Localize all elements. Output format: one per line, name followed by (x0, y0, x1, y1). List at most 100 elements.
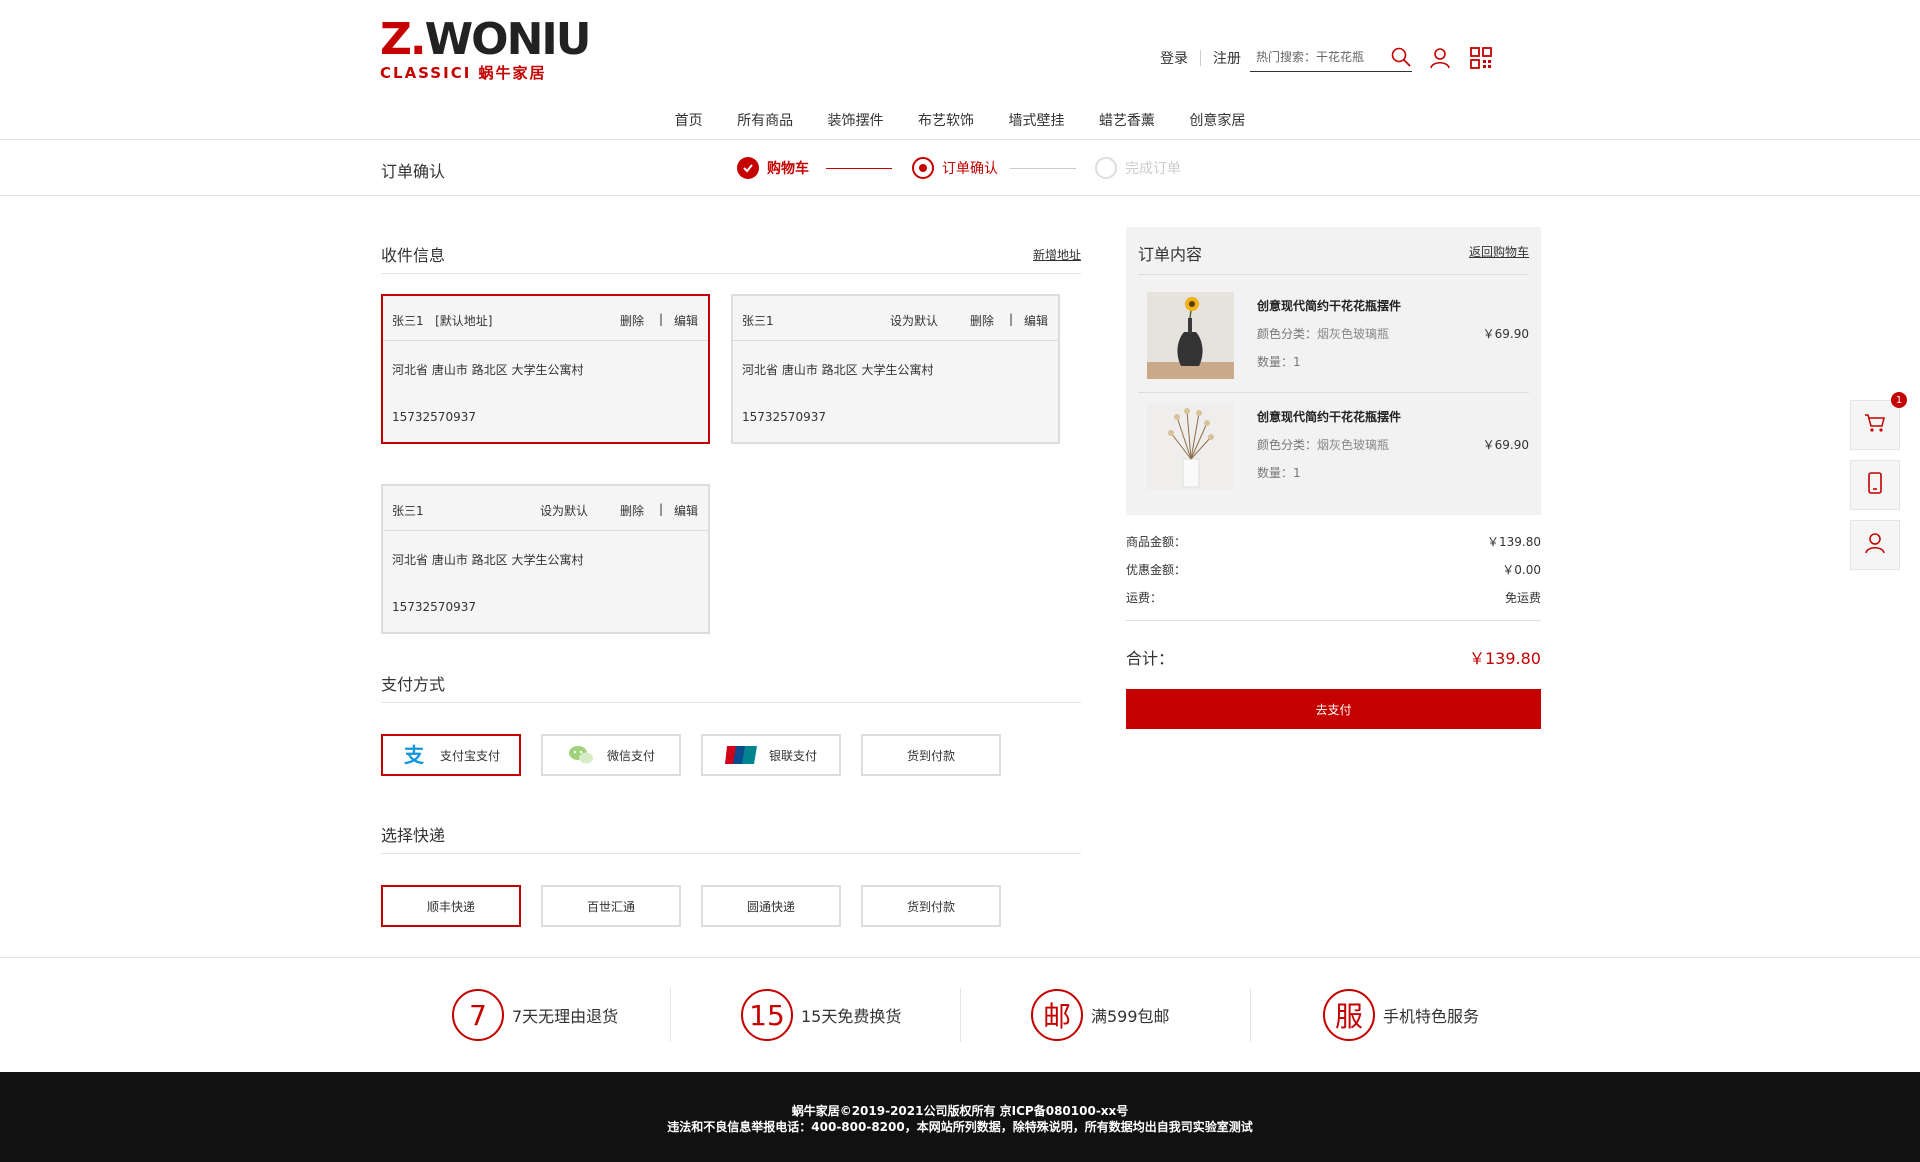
delete-address-button[interactable]: 删除 (970, 312, 994, 329)
divider: | (659, 312, 664, 326)
payment-option-unionpay[interactable]: 银联支付 (701, 734, 841, 776)
divider (1250, 988, 1251, 1042)
order-panel-title: 订单内容 (1138, 245, 1203, 264)
product-name[interactable]: 创意现代简约干花花瓶摆件 (1257, 408, 1401, 425)
current-step-icon (912, 157, 934, 179)
wechat-icon (567, 744, 595, 766)
product-color: 颜色分类：烟灰色玻璃瓶 (1257, 327, 1390, 341)
step-label: 订单确认 (942, 161, 998, 177)
address-text: 河北省 唐山市 路北区 大学生公寓村 (392, 363, 584, 377)
qr-code-icon[interactable] (1469, 46, 1493, 70)
user-icon[interactable] (1428, 46, 1452, 70)
express-option-yto[interactable]: 圆通快递 (701, 885, 841, 927)
service-text: 7天无理由退货 (512, 1007, 619, 1026)
express-option-label: 顺丰快递 (426, 899, 475, 914)
search-box[interactable]: 热门搜索：干花花瓶 (1250, 42, 1412, 72)
check-icon (737, 157, 759, 179)
address-card[interactable]: 张三1 设为默认 删除 | 编辑 河北省 唐山市 路北区 大学生公寓村 1573… (731, 294, 1060, 444)
summary-row-subtotal: 商品金额： ￥139.80 (1126, 533, 1541, 550)
section-title: 支付方式 (381, 675, 446, 694)
site-footer: 蜗牛家居©2019-2021公司版权所有 京ICP备080100-xx号 违法和… (0, 1072, 1920, 1162)
service-item: 邮 满599包邮 (1031, 988, 1170, 1042)
address-text: 河北省 唐山市 路北区 大学生公寓村 (392, 553, 584, 567)
nav-item-creative[interactable]: 创意家居 (1189, 110, 1245, 130)
service-item: 服 手机特色服务 (1323, 988, 1479, 1042)
payment-option-alipay[interactable]: 支 支付宝支付 (381, 734, 521, 776)
express-option-cod[interactable]: 货到付款 (861, 885, 1001, 927)
service-text: 手机特色服务 (1383, 1007, 1480, 1026)
nav-item-wall[interactable]: 墙式壁挂 (1008, 110, 1064, 130)
summary-label: 优惠金额： (1126, 563, 1187, 577)
order-item: 创意现代简约干花花瓶摆件 颜色分类：烟灰色玻璃瓶 数量：1 ￥69.90 (1138, 394, 1529, 504)
product-quantity: 数量：1 (1257, 355, 1301, 369)
product-price: ￥69.90 (1482, 438, 1529, 452)
edit-address-button[interactable]: 编辑 (674, 312, 698, 329)
float-cart-button[interactable] (1850, 400, 1900, 450)
payment-option-wechat[interactable]: 微信支付 (541, 734, 681, 776)
divider (960, 988, 961, 1042)
delete-address-button[interactable]: 删除 (620, 502, 644, 519)
brand-logo-word: WONIU (424, 14, 592, 65)
express-section-header: 选择快递 (381, 814, 1081, 854)
default-tag: [默认地址] (435, 314, 493, 328)
summary-value: ￥0.00 (1502, 563, 1541, 577)
search-icon[interactable] (1390, 46, 1412, 68)
product-image[interactable] (1147, 403, 1234, 490)
order-summary-panel: 订单内容 返回购物车 创意现代简约干花花瓶摆件 颜色分类：烟灰色玻璃瓶 数量：1… (1126, 227, 1541, 515)
step-complete: 完成订单 (1095, 157, 1181, 179)
phone-number: 15732570937 (742, 410, 826, 424)
express-option-best[interactable]: 百世汇通 (541, 885, 681, 927)
report-text: 违法和不良信息举报电话：400-800-8200，本网站所列数据，除特殊说明，所… (667, 1120, 1253, 1134)
back-to-cart-link[interactable]: 返回购物车 (1469, 243, 1529, 260)
service-mark-icon: 15 (741, 989, 793, 1041)
brand-logo[interactable]: Z.WONIU CLASSICI 蜗牛家居 (380, 18, 591, 83)
express-option-label: 货到付款 (906, 899, 955, 914)
service-mark-icon: 邮 (1031, 989, 1083, 1041)
product-image[interactable] (1147, 292, 1234, 379)
divider: | (1009, 312, 1014, 326)
product-name[interactable]: 创意现代简约干花花瓶摆件 (1257, 297, 1401, 314)
add-address-link[interactable]: 新增地址 (1033, 246, 1081, 263)
payment-option-cod[interactable]: 货到付款 (861, 734, 1001, 776)
address-card[interactable]: 张三1 [默认地址] 删除 | 编辑 河北省 唐山市 路北区 大学生公寓村 15… (381, 294, 710, 444)
float-user-button[interactable] (1850, 520, 1900, 570)
register-link[interactable]: 注册 (1201, 48, 1253, 68)
edit-address-button[interactable]: 编辑 (1024, 312, 1048, 329)
phone-number: 15732570937 (392, 410, 476, 424)
payment-section-header: 支付方式 (381, 663, 1081, 703)
product-quantity: 数量：1 (1257, 466, 1301, 480)
edit-address-button[interactable]: 编辑 (674, 502, 698, 519)
cart-icon (1864, 413, 1886, 437)
payment-option-label: 货到付款 (906, 748, 955, 763)
pending-step-icon (1095, 157, 1117, 179)
nav-item-fabric[interactable]: 布艺软饰 (918, 110, 974, 130)
product-price: ￥69.90 (1482, 327, 1529, 341)
order-item: 创意现代简约干花花瓶摆件 颜色分类：烟灰色玻璃瓶 数量：1 ￥69.90 (1138, 283, 1529, 393)
step-label: 完成订单 (1125, 161, 1181, 177)
payment-option-label: 支付宝支付 (439, 748, 500, 763)
nav-item-all-products[interactable]: 所有商品 (737, 110, 793, 130)
nav-item-decor[interactable]: 装饰摆件 (828, 110, 884, 130)
delete-address-button[interactable]: 删除 (620, 312, 644, 329)
address-card[interactable]: 张三1 设为默认 删除 | 编辑 河北省 唐山市 路北区 大学生公寓村 1573… (381, 484, 710, 634)
express-option-sf[interactable]: 顺丰快递 (381, 885, 521, 927)
nav-item-candles[interactable]: 蜡艺香薰 (1099, 110, 1155, 130)
mobile-phone-icon (1868, 472, 1882, 498)
step-label: 购物车 (767, 161, 809, 177)
payment-option-label: 微信支付 (606, 748, 655, 763)
set-default-button[interactable]: 设为默认 (890, 312, 938, 329)
cart-count-badge: 1 (1891, 392, 1907, 408)
express-option-label: 圆通快递 (746, 899, 795, 914)
float-mobile-button[interactable] (1850, 460, 1900, 510)
step-cart: 购物车 (737, 157, 809, 179)
service-mark-icon: 7 (452, 989, 504, 1041)
login-link[interactable]: 登录 (1148, 48, 1200, 68)
step-connector (1010, 168, 1076, 169)
nav-item-home[interactable]: 首页 (675, 110, 703, 130)
step-confirm: 订单确认 (912, 157, 998, 179)
search-input[interactable]: 热门搜索：干花花瓶 (1250, 48, 1390, 65)
set-default-button[interactable]: 设为默认 (540, 502, 588, 519)
pay-button[interactable]: 去支付 (1126, 689, 1541, 729)
brand-logo-subtitle: CLASSICI 蜗牛家居 (380, 64, 547, 82)
service-text: 15天免费换货 (801, 1007, 902, 1026)
